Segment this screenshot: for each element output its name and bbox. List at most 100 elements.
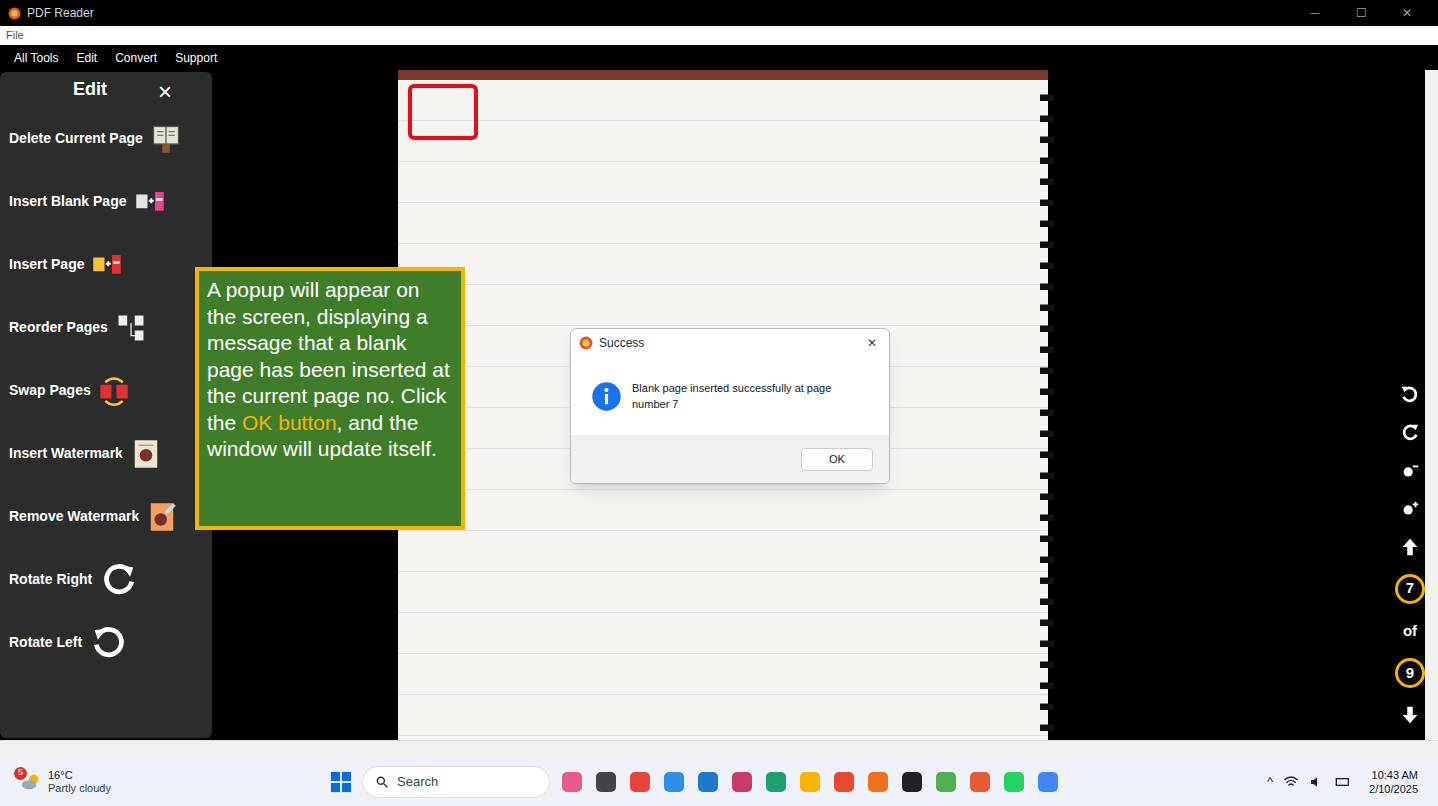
window-control[interactable]: ─: [1292, 4, 1338, 22]
tool-icon: [147, 502, 177, 532]
clock-date: 2/10/2025: [1369, 782, 1418, 796]
app-icon: [1002, 770, 1026, 794]
edit-panel-item[interactable]: Delete Current Page: [0, 107, 212, 170]
window-controls: ─☐✕: [1292, 4, 1430, 22]
spiral-binding: [1040, 80, 1054, 740]
taskbar-app[interactable]: [900, 770, 924, 794]
file-menu-row: File: [0, 26, 1438, 45]
callout-text: A popup will appear on the screen, displ…: [207, 278, 450, 434]
taskbar-app[interactable]: [968, 770, 992, 794]
horizontal-scrollbar[interactable]: [0, 740, 1438, 757]
clock[interactable]: 10:43 AM2/10/2025: [1369, 768, 1418, 796]
toolbar-button[interactable]: [1399, 422, 1421, 444]
app-icon: [934, 770, 958, 794]
app-icon: [900, 770, 924, 794]
tray-chevron[interactable]: ^: [1267, 772, 1273, 792]
edit-panel-item[interactable]: Insert Page: [0, 233, 212, 296]
windows-start-icon: [330, 771, 352, 793]
arrow-down-icon: [1399, 704, 1421, 726]
title-bar: PDF Reader ─☐✕: [0, 0, 1438, 26]
app-logo-icon: [579, 336, 593, 350]
taskbar-app[interactable]: [1036, 770, 1060, 794]
menu-item[interactable]: Convert: [115, 49, 157, 67]
taskbar-search[interactable]: Search: [362, 766, 550, 798]
app-icon: [798, 770, 822, 794]
taskbar-app[interactable]: [934, 770, 958, 794]
taskbar-app[interactable]: [832, 770, 856, 794]
toolbar-button[interactable]: [1399, 384, 1421, 406]
rotate-left-icon: [1399, 384, 1421, 406]
app-icon: [662, 770, 686, 794]
menubar: All Tools Edit Convert Support: [0, 45, 1438, 70]
app-icon: [696, 770, 720, 794]
edit-panel-item[interactable]: Rotate Left: [0, 611, 212, 674]
taskbar-app[interactable]: [798, 770, 822, 794]
main-area: Edit×Delete Current Page Insert Blank Pag…: [0, 70, 1438, 740]
toolbar-button[interactable]: [1399, 498, 1421, 520]
tool-icon: [151, 124, 181, 154]
taskbar-app[interactable]: [594, 770, 618, 794]
taskbar-app[interactable]: [560, 770, 584, 794]
edit-panel-item-label: Insert Page: [9, 254, 84, 275]
window-control[interactable]: ☐: [1338, 4, 1384, 22]
app-icon: [594, 770, 618, 794]
page-separator: of: [1403, 620, 1417, 643]
menu-item[interactable]: Support: [175, 49, 217, 67]
taskbar-app[interactable]: [866, 770, 890, 794]
info-icon: [591, 381, 622, 412]
taskbar-app[interactable]: [730, 770, 754, 794]
edit-panel-item-label: Rotate Right: [9, 569, 92, 590]
close-panel-button[interactable]: ×: [158, 74, 172, 110]
search-placeholder: Search: [397, 772, 438, 792]
taskbar-app[interactable]: [1002, 770, 1026, 794]
dialog-footer: OK: [571, 435, 889, 483]
taskbar-app[interactable]: [696, 770, 720, 794]
taskbar-app[interactable]: [628, 770, 652, 794]
highlight-box: [408, 84, 478, 140]
tool-icon: [100, 561, 138, 599]
app-icon: [730, 770, 754, 794]
dialog-title-bar: Success✕: [571, 329, 889, 357]
app-window: PDF Reader─☐✕FileAll ToolsEditConvertSup…: [0, 0, 1438, 806]
window-title: PDF Reader: [27, 4, 94, 22]
app-icon: [968, 770, 992, 794]
edit-panel-item[interactable]: Remove Watermark: [0, 485, 212, 548]
wifi-icon: [1283, 774, 1299, 790]
taskbar-app[interactable]: [662, 770, 686, 794]
edit-panel-item[interactable]: Swap Pages: [0, 359, 212, 422]
vertical-scrollbar[interactable]: [1425, 70, 1438, 740]
menu-item[interactable]: Edit: [76, 49, 97, 67]
tool-icon: [92, 250, 122, 280]
weather-widget[interactable]: 516°CPartly cloudy: [20, 769, 280, 795]
app-icon: [560, 770, 584, 794]
toolbar-button[interactable]: [1399, 536, 1421, 558]
file-menu[interactable]: File: [6, 27, 24, 44]
tool-icon: [135, 187, 165, 217]
toolbar-button[interactable]: [1399, 460, 1421, 482]
toolbar-button[interactable]: [1399, 704, 1421, 726]
dialog-close-button[interactable]: ✕: [867, 334, 881, 352]
app-icon: [866, 770, 890, 794]
system-tray: ^ 10:43 AM2/10/2025: [1267, 768, 1418, 796]
taskbar-app[interactable]: [764, 770, 788, 794]
app-icon: [1036, 770, 1060, 794]
ok-button[interactable]: OK: [801, 448, 873, 471]
edit-panel-item-label: Reorder Pages: [9, 317, 108, 338]
current-page[interactable]: 7: [1395, 574, 1425, 604]
edit-panel-item[interactable]: Insert Watermark: [0, 422, 212, 485]
zoom-in-icon: [1399, 498, 1421, 520]
edit-panel-item-label: Insert Blank Page: [9, 191, 127, 212]
edit-panel-item[interactable]: Rotate Right: [0, 548, 212, 611]
window-control[interactable]: ✕: [1384, 4, 1430, 22]
edit-panel-item[interactable]: Reorder Pages: [0, 296, 212, 359]
dialog-message: Blank page inserted successfully at page…: [632, 380, 869, 413]
weather-temp: 16°C: [48, 769, 111, 782]
dialog-body: Blank page inserted successfully at page…: [571, 357, 889, 435]
edit-panel-title: Edit: [0, 76, 212, 103]
edit-panel-header: Edit×: [0, 72, 212, 107]
weather-text: 16°CPartly cloudy: [48, 769, 111, 795]
tool-icon: [99, 376, 129, 406]
app-logo-icon: [8, 7, 21, 20]
edit-panel-item[interactable]: Insert Blank Page: [0, 170, 212, 233]
menu-item[interactable]: All Tools: [14, 49, 58, 67]
